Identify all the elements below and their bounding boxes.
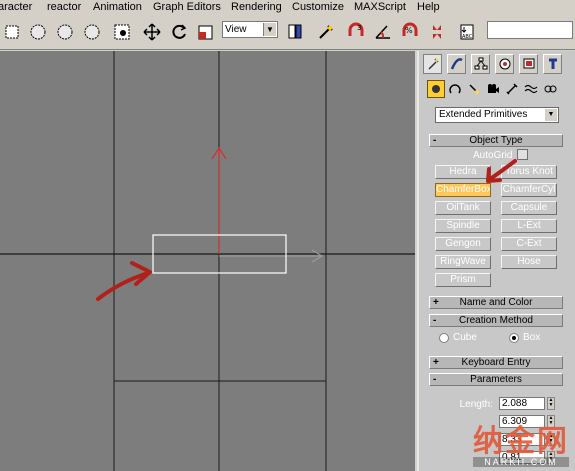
main-toolbar: View ▼ 3 % ABC [0,16,575,50]
space-warps-icon[interactable] [522,80,540,98]
creation-method-rollout-header[interactable]: - Creation Method [429,314,563,327]
svg-text:3: 3 [357,24,361,32]
creation-method-title: Creation Method [459,315,533,326]
gengon-button[interactable]: Gengon [435,237,491,251]
motion-tab[interactable] [495,54,514,74]
chevron-down-icon: ▼ [263,23,276,36]
object-type-rollout-header[interactable]: - Object Type [429,134,563,147]
watermark-logo: 纳金网 [473,424,569,459]
menu-bar: aracter reactor Animation Graph Editors … [0,0,575,16]
viewport[interactable] [0,51,415,471]
keyboard-entry-title: Keyboard Entry [461,357,531,368]
hose-button[interactable]: Hose [501,255,557,269]
viewport-canvas [0,51,415,471]
create-tab[interactable] [423,54,442,74]
select-and-manipulate-icon[interactable] [314,20,338,44]
watermark: 纳金网 NARKII.COM [473,427,569,467]
menu-help[interactable]: Help [417,1,440,14]
named-selection-field[interactable] [487,21,573,39]
select-filter-icon[interactable] [110,20,134,44]
modify-tab[interactable] [447,54,466,74]
parameters-title: Parameters [470,374,522,385]
expand-icon: + [433,357,439,368]
length-label: Length: [459,399,493,410]
angle-snap-icon[interactable] [371,20,395,44]
scale-icon[interactable] [194,20,218,44]
oiltank-button[interactable]: OilTank [435,201,491,215]
select-object-icon[interactable] [0,20,24,44]
parameters-rollout-header[interactable]: - Parameters [429,373,563,386]
move-icon[interactable] [140,20,164,44]
primitive-category-value: Extended Primitives [439,109,528,120]
reference-coordinate-value: View [225,24,247,35]
length-spinner[interactable]: ▲ ▼ [547,397,555,410]
select-fence-icon[interactable] [80,20,104,44]
lights-icon[interactable] [465,80,483,98]
edit-named-selection-icon[interactable]: ABC [455,20,479,44]
l-ext-button[interactable]: L-Ext [501,219,557,233]
ringwave-button[interactable]: RingWave [435,255,491,269]
svg-text:%: % [405,26,413,35]
menu-reactor[interactable]: reactor [47,1,81,14]
box-radio[interactable] [509,333,519,343]
c-ext-button[interactable]: C-Ext [501,237,557,251]
systems-icon[interactable] [541,80,559,98]
percent-snap-icon[interactable]: % [398,20,422,44]
cube-radio-label: Cube [453,332,477,343]
menu-maxscript[interactable]: MAXScript [354,1,406,14]
display-tab[interactable] [519,54,538,74]
select-circle-icon[interactable] [26,20,50,44]
helpers-icon[interactable] [503,80,521,98]
menu-character[interactable]: aracter [0,1,32,14]
name-and-color-rollout-header[interactable]: + Name and Color [429,296,563,309]
geometry-icon[interactable] [427,80,445,98]
pivot-icon[interactable] [283,20,307,44]
keyboard-entry-rollout-header[interactable]: + Keyboard Entry [429,356,563,369]
collapse-icon: - [433,135,437,146]
box-radio-label: Box [523,332,541,343]
annotation-arrow-panel [486,159,517,183]
annotation-arrow [96,271,150,301]
collapse-icon: - [433,374,437,385]
menu-graph-editors[interactable]: Graph Editors [153,1,221,14]
menu-rendering[interactable]: Rendering [231,1,282,14]
svg-text:ABC: ABC [462,34,473,40]
menu-animation[interactable]: Animation [93,1,142,14]
select-region-icon[interactable] [53,20,77,44]
expand-icon: + [433,297,439,308]
utilities-tab[interactable] [543,54,562,74]
shapes-icon[interactable] [446,80,464,98]
hierarchy-tab[interactable] [471,54,490,74]
name-and-color-title: Name and Color [459,297,533,308]
prism-button[interactable]: Prism [435,273,491,287]
rotate-icon[interactable] [167,20,191,44]
spindle-button[interactable]: Spindle [435,219,491,233]
chevron-down-icon: ▼ [545,109,557,121]
primitive-category-dropdown[interactable]: Extended Primitives ▼ [435,107,559,123]
snap-icon[interactable]: 3 [344,20,368,44]
menu-customize[interactable]: Customize [292,1,344,14]
reference-coordinate-dropdown[interactable]: View ▼ [222,21,278,38]
cube-radio[interactable] [439,333,449,343]
cameras-icon[interactable] [484,80,502,98]
object-type-title: Object Type [469,135,523,146]
capsule-button[interactable]: Capsule [501,201,557,215]
length-field[interactable]: 2.088 [499,397,545,410]
spinner-snap-icon[interactable] [425,20,449,44]
collapse-icon: - [433,315,437,326]
command-panel: Extended Primitives ▼ - Object Type Auto… [417,51,575,471]
